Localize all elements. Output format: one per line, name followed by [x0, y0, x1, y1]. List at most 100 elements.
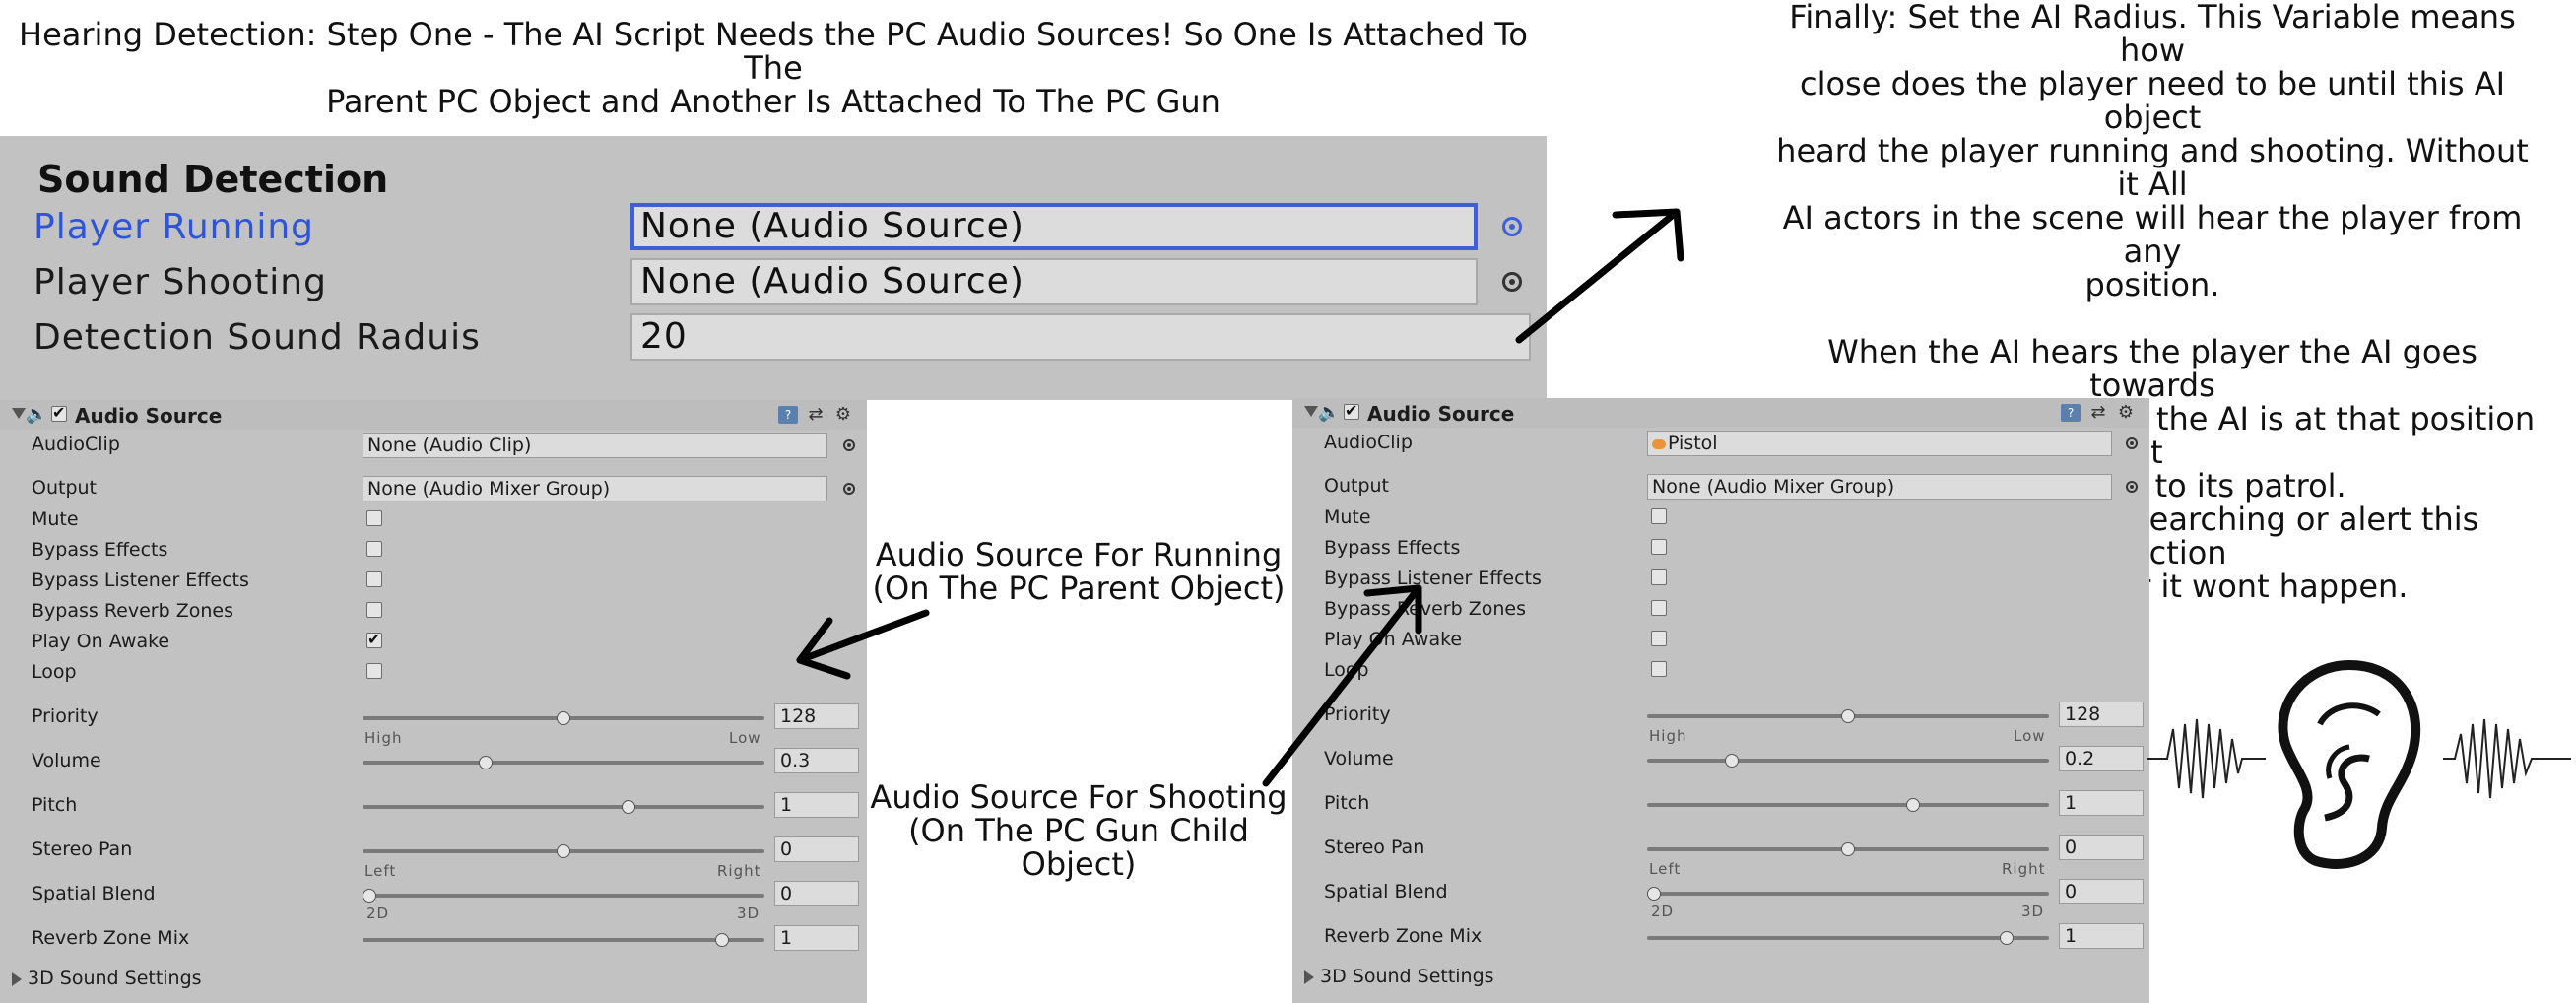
pitch-label: Pitch — [32, 794, 78, 816]
component-header[interactable]: 🔈 Audio Source ? ⇄ ⚙ — [0, 400, 867, 430]
gear-icon[interactable]: ⚙ — [2116, 404, 2136, 422]
spatial-blend-label: Spatial Blend — [32, 883, 156, 904]
help-book-icon[interactable]: ? — [778, 406, 798, 424]
player-shooting-field[interactable]: None (Audio Source) — [630, 258, 1478, 305]
bypass-reverb-zones-checkbox[interactable] — [1651, 600, 1667, 616]
play-on-awake-checkbox[interactable] — [1651, 631, 1667, 646]
object-picker-icon[interactable] — [843, 439, 855, 451]
reverb-zone-mix-value-field[interactable]: 1 — [2059, 923, 2144, 949]
reverb-zone-mix-label: Reverb Zone Mix — [32, 927, 190, 949]
volume-label: Volume — [32, 750, 101, 771]
audio-source-inspector-running: 🔈 Audio Source ? ⇄ ⚙ AudioClip None (Aud… — [0, 400, 867, 1003]
volume-label: Volume — [1324, 748, 1394, 769]
speaker-icon: 🔈 — [26, 404, 48, 425]
priority-slider-thumb[interactable] — [557, 711, 570, 725]
detection-sound-radius-field[interactable]: 20 — [630, 313, 1531, 361]
bypass-listener-effects-checkbox[interactable] — [1651, 569, 1667, 585]
spatial-blend-slider-thumb[interactable] — [363, 889, 376, 903]
volume-slider-thumb[interactable] — [1724, 754, 1739, 768]
pitch-value-field[interactable]: 1 — [2059, 790, 2144, 816]
output-field[interactable]: None (Audio Mixer Group) — [363, 476, 827, 502]
caption-shooting-source: Audio Source For Shooting (On The PC Gun… — [870, 778, 1288, 883]
stereo-pan-slider-thumb[interactable] — [557, 844, 570, 858]
priority-value-field[interactable]: 128 — [2059, 702, 2144, 727]
priority-label: Priority — [1324, 703, 1391, 725]
detection-sound-radius-label: Detection Sound Raduis — [33, 317, 481, 358]
object-picker-icon[interactable] — [1502, 272, 1522, 292]
spatial-blend-slider-track[interactable] — [363, 894, 764, 898]
reverb-zone-mix-value-field[interactable]: 1 — [774, 925, 859, 951]
stereo-pan-value-field[interactable]: 0 — [774, 836, 859, 862]
player-shooting-label: Player Shooting — [33, 262, 327, 302]
reverb-zone-mix-slider-track[interactable] — [363, 938, 764, 942]
object-picker-icon[interactable] — [1502, 217, 1522, 236]
object-picker-icon[interactable] — [2126, 481, 2138, 493]
play-on-awake-checkbox[interactable] — [366, 630, 382, 648]
audioclip-field[interactable]: None (Audio Clip) — [363, 433, 827, 458]
preset-icon[interactable]: ⇄ — [806, 406, 826, 424]
output-field[interactable]: None (Audio Mixer Group) — [1647, 474, 2112, 500]
slider-min-label: 2D — [1651, 903, 1675, 920]
priority-label: Priority — [32, 705, 99, 727]
preset-icon[interactable]: ⇄ — [2088, 404, 2108, 422]
spatial-blend-value-field[interactable]: 0 — [774, 881, 859, 906]
pitch-value-field[interactable]: 1 — [774, 792, 859, 818]
component-title: Audio Source — [75, 404, 223, 428]
bypass-effects-checkbox[interactable] — [366, 541, 382, 557]
slider-min-label: 2D — [366, 904, 390, 922]
volume-value-field[interactable]: 0.2 — [2059, 746, 2144, 771]
toggle-label: Bypass Effects — [1324, 537, 1461, 559]
3d-sound-settings-foldout[interactable]: 3D Sound Settings — [12, 968, 202, 989]
stereo-pan-slider-thumb[interactable] — [1841, 842, 1855, 856]
reverb-zone-mix-slider-thumb[interactable] — [715, 933, 730, 947]
gear-icon[interactable]: ⚙ — [833, 406, 853, 424]
spatial-blend-slider-thumb[interactable] — [1647, 887, 1661, 901]
toggle-label: Bypass Reverb Zones — [1324, 598, 1526, 620]
pitch-slider-track[interactable] — [363, 805, 764, 809]
caption-running-source: Audio Source For Running (On The PC Pare… — [872, 536, 1286, 607]
toggle-label: Bypass Listener Effects — [32, 569, 249, 591]
audioclip-field[interactable]: Pistol — [1647, 431, 2112, 456]
component-enabled-checkbox[interactable] — [1344, 401, 1359, 420]
toggle-label: Loop — [1324, 659, 1369, 681]
spatial-blend-value-field[interactable]: 0 — [2059, 879, 2144, 904]
mute-checkbox[interactable] — [1651, 508, 1667, 524]
bypass-listener-effects-checkbox[interactable] — [366, 571, 382, 587]
volume-slider-track[interactable] — [1647, 759, 2049, 763]
slider-max-label: Low — [2014, 727, 2046, 745]
reverb-zone-mix-slider-thumb[interactable] — [2000, 931, 2015, 945]
help-book-icon[interactable]: ? — [2061, 404, 2081, 422]
bypass-effects-checkbox[interactable] — [1651, 539, 1667, 555]
pitch-slider-thumb[interactable] — [621, 800, 635, 814]
toggle-label: Loop — [32, 661, 77, 683]
pitch-slider-track[interactable] — [1647, 803, 2049, 807]
foldout-arrow-icon[interactable] — [12, 408, 26, 419]
3d-sound-settings-foldout[interactable]: 3D Sound Settings — [1304, 966, 1494, 987]
speaker-icon: 🔈 — [1318, 402, 1341, 423]
slider-max-label: 3D — [2021, 903, 2045, 920]
mute-checkbox[interactable] — [366, 510, 382, 526]
stereo-pan-label: Stereo Pan — [1324, 836, 1425, 858]
output-label: Output — [1324, 475, 1389, 497]
priority-value-field[interactable]: 128 — [774, 703, 859, 729]
volume-value-field[interactable]: 0.3 — [774, 748, 859, 773]
pitch-slider-thumb[interactable] — [1905, 798, 1920, 812]
component-enabled-checkbox[interactable] — [51, 403, 67, 422]
player-running-field[interactable]: None (Audio Source) — [630, 203, 1478, 250]
component-header[interactable]: 🔈 Audio Source ? ⇄ ⚙ — [1292, 398, 2149, 428]
priority-slider-thumb[interactable] — [1841, 709, 1855, 723]
pitch-label: Pitch — [1324, 792, 1370, 814]
object-picker-icon[interactable] — [2126, 437, 2138, 449]
object-picker-icon[interactable] — [843, 483, 855, 495]
foldout-arrow-icon[interactable] — [1304, 406, 1318, 417]
loop-checkbox[interactable] — [1651, 661, 1667, 677]
reverb-zone-mix-slider-track[interactable] — [1647, 936, 2049, 940]
spatial-blend-label: Spatial Blend — [1324, 881, 1448, 903]
spatial-blend-slider-track[interactable] — [1647, 892, 2049, 896]
stereo-pan-value-field[interactable]: 0 — [2059, 835, 2144, 860]
component-title: Audio Source — [1367, 402, 1515, 426]
volume-slider-track[interactable] — [363, 761, 764, 765]
bypass-reverb-zones-checkbox[interactable] — [366, 602, 382, 618]
loop-checkbox[interactable] — [366, 663, 382, 679]
volume-slider-thumb[interactable] — [479, 756, 494, 769]
